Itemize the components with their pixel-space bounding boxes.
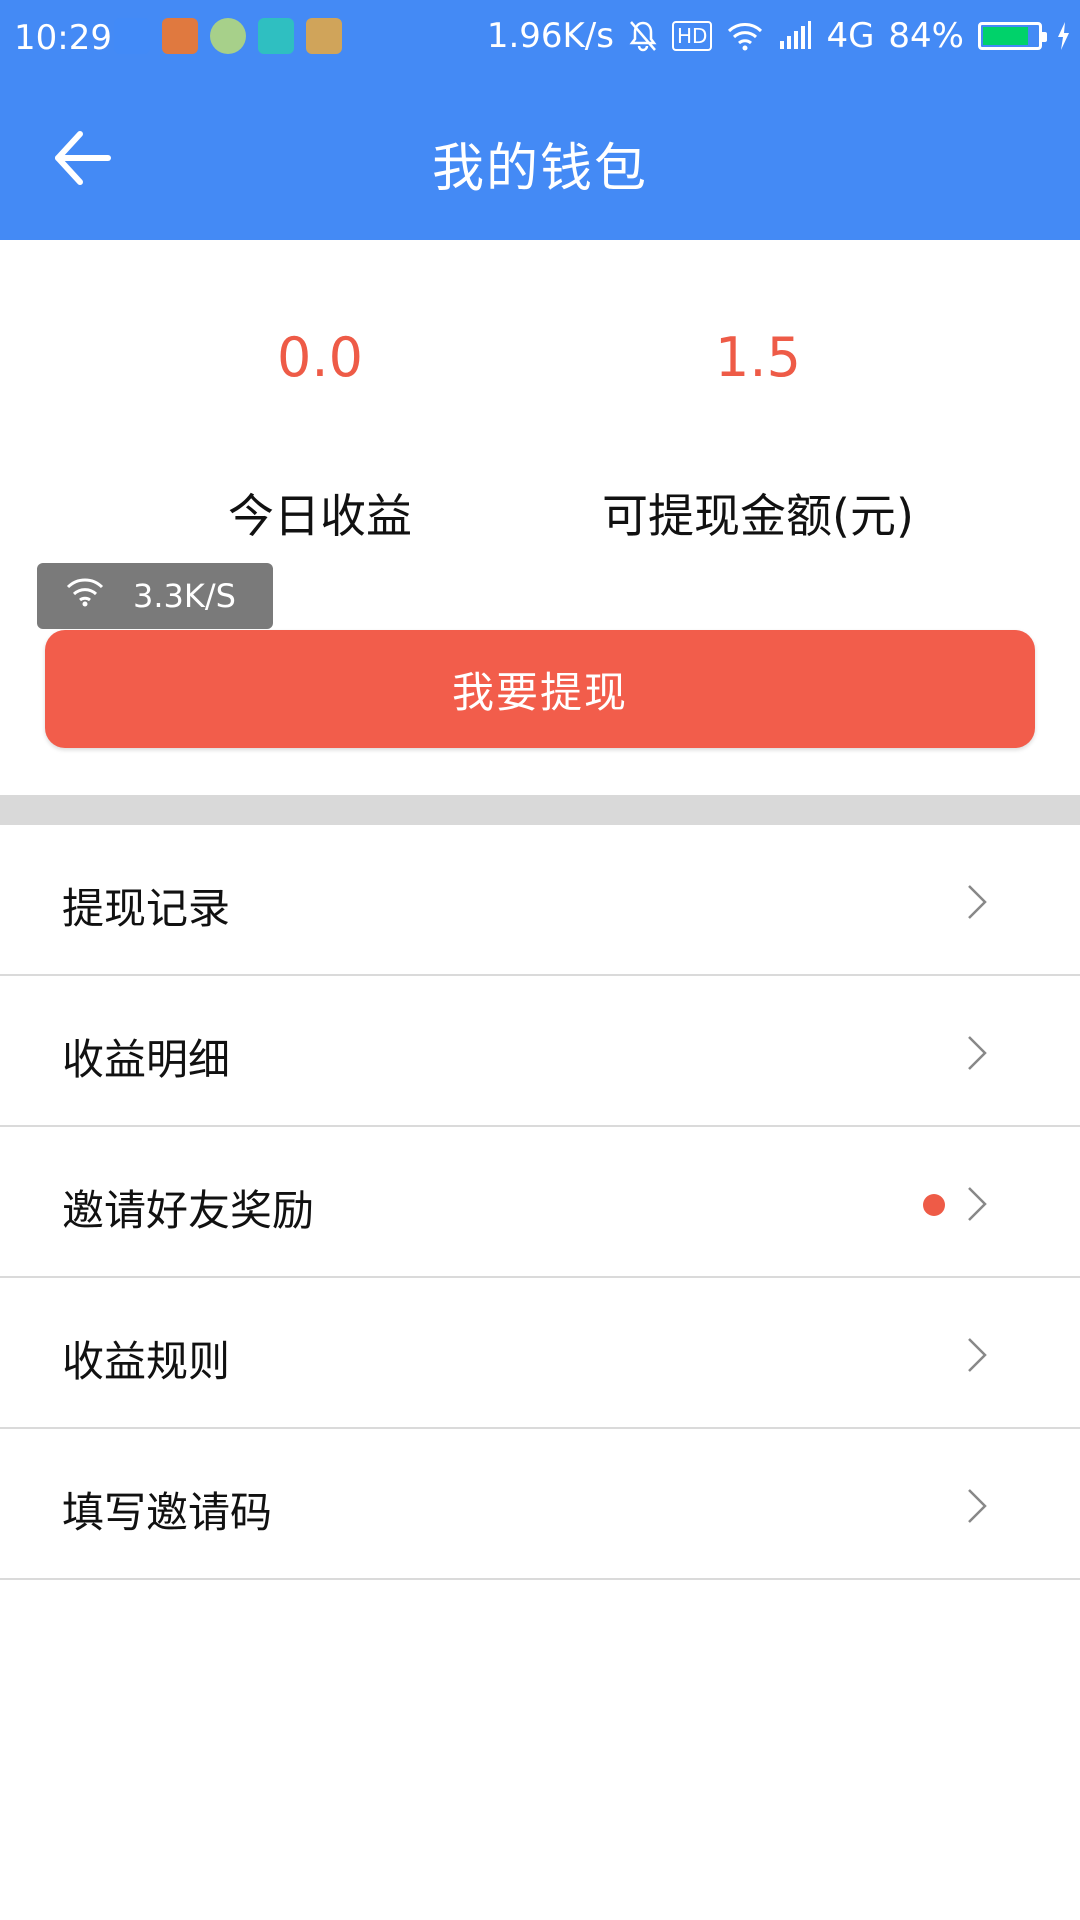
withdrawable-value: 1.5 [715, 326, 801, 389]
menu-item-label: 邀请好友奖励 [62, 1186, 315, 1235]
mute-bell-icon [628, 20, 658, 52]
page-title: 我的钱包 [431, 139, 648, 199]
wifi-icon [726, 21, 764, 51]
withdrawable-label: 可提现金额(元) [602, 489, 914, 543]
battery-tip [1042, 32, 1047, 42]
battery-level [983, 27, 1028, 45]
new-badge-dot [923, 1194, 945, 1216]
menu-item-earnings-rules[interactable]: 收益规则 [0, 1278, 1080, 1429]
chevron-right-icon [968, 885, 987, 919]
chevron-right-icon [968, 1187, 987, 1221]
section-divider [0, 795, 1080, 825]
withdraw-button[interactable]: 我要提现 [45, 630, 1035, 748]
menu-item-label: 提现记录 [62, 884, 231, 933]
chevron-right-icon [968, 1338, 987, 1372]
app-notification-icon [162, 18, 198, 54]
status-bar: 10:29 1.96K/s HD 4G 84% [0, 0, 1080, 78]
signal-icon [778, 21, 812, 51]
menu-item-enter-invite-code[interactable]: 填写邀请码 [0, 1429, 1080, 1580]
menu-list: 提现记录 收益明细 邀请好友奖励 收益规则 填写邀请码 [0, 825, 1080, 1580]
battery-icon [978, 22, 1047, 50]
app-bar: 我的钱包 [0, 78, 1080, 240]
header: 10:29 1.96K/s HD 4G 84% 我的钱包 [0, 0, 1080, 240]
notification-icons [114, 18, 342, 54]
menu-item-earnings-details[interactable]: 收益明细 [0, 976, 1080, 1127]
status-right: 1.96K/s HD 4G 84% [487, 16, 1070, 56]
today-earnings-label: 今日收益 [228, 489, 412, 543]
network-type: 4G [826, 16, 875, 56]
today-earnings-value: 0.0 [277, 326, 363, 389]
menu-item-label: 收益规则 [62, 1337, 231, 1386]
speed-badge-text: 3.3K/S [133, 577, 236, 615]
battery-percent: 84% [888, 16, 964, 56]
chevron-right-icon [968, 1489, 987, 1523]
chevron-right-icon [968, 1036, 987, 1070]
app-notification-icon [306, 18, 342, 54]
hd-icon: HD [671, 21, 713, 51]
wifi-icon [65, 577, 105, 615]
network-speed: 1.96K/s [486, 16, 614, 56]
menu-item-invite-rewards[interactable]: 邀请好友奖励 [0, 1127, 1080, 1278]
app-notification-icon [258, 18, 294, 54]
menu-item-label: 收益明细 [62, 1035, 231, 1084]
app-notification-icon [210, 18, 246, 54]
charging-icon [1056, 22, 1070, 50]
speed-badge: 3.3K/S [37, 563, 273, 629]
menu-item-label: 填写邀请码 [62, 1488, 273, 1537]
app-notification-icon [114, 18, 150, 54]
status-time: 10:29 [14, 18, 112, 58]
menu-item-withdraw-records[interactable]: 提现记录 [0, 825, 1080, 976]
